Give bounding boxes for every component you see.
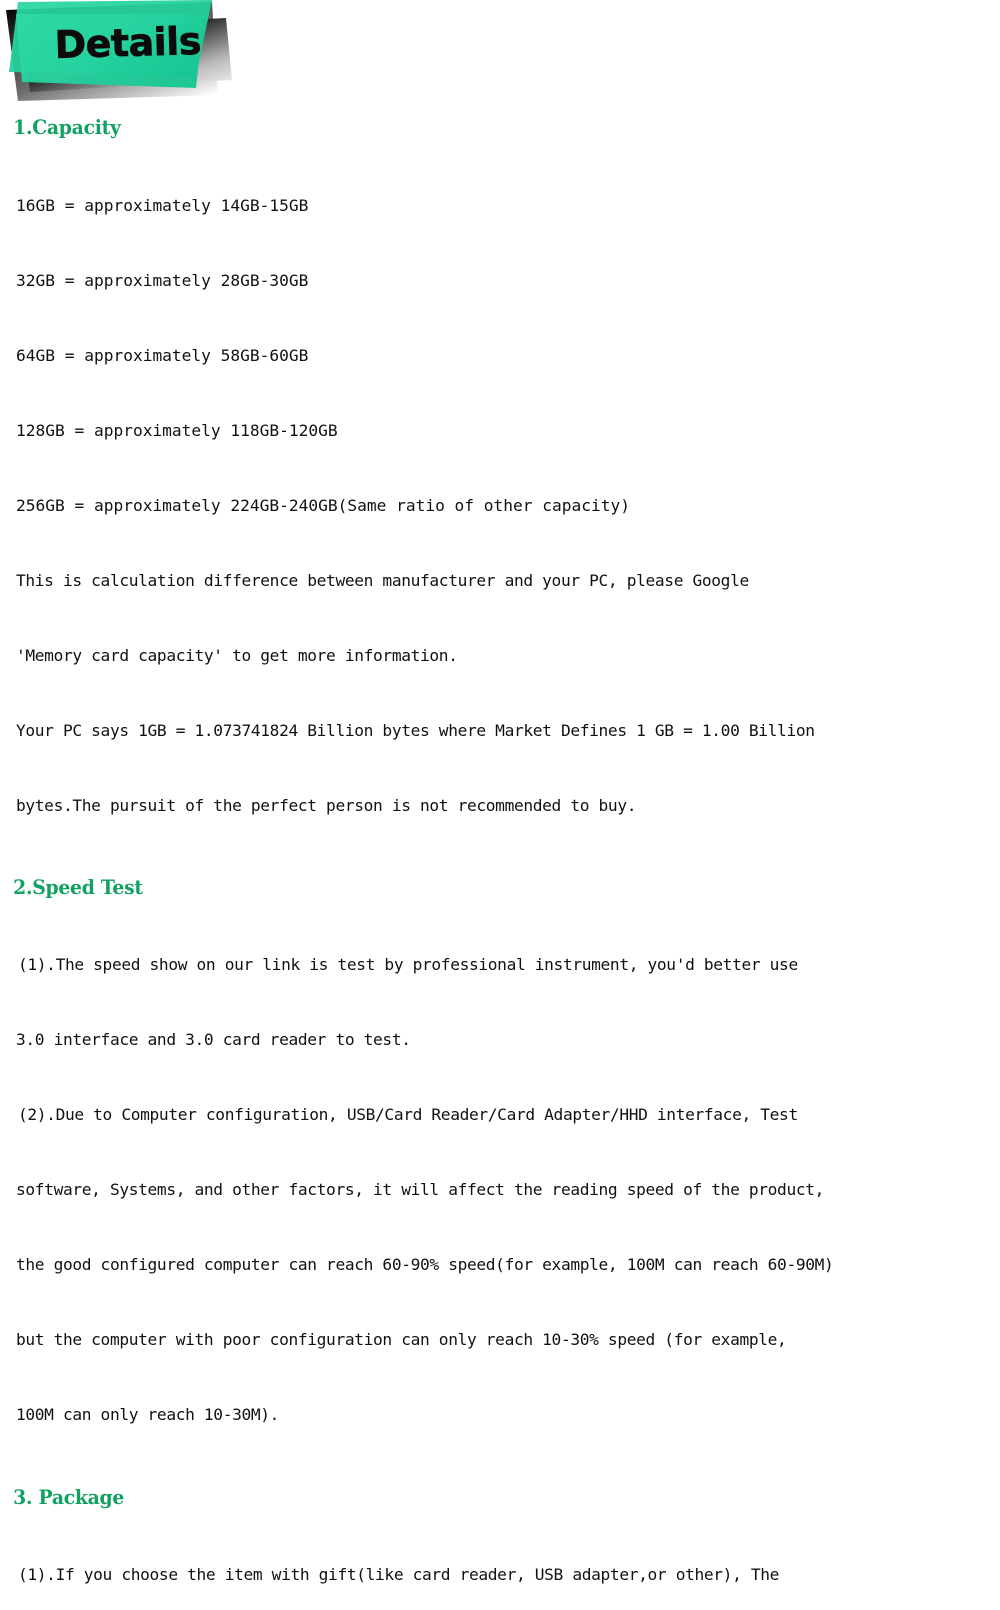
body-line: but the computer with poor configuration… bbox=[16, 1330, 787, 1349]
section-body-speed-test: (1).The speed show on our link is test b… bbox=[0, 902, 1000, 1477]
body-line: 64GB = approximately 58GB-60GB bbox=[16, 346, 309, 365]
body-line: (1).The speed show on our link is test b… bbox=[18, 955, 798, 974]
body-line: 128GB = approximately 118GB-120GB bbox=[16, 421, 338, 440]
body-line: the good configured computer can reach 6… bbox=[16, 1255, 834, 1274]
body-line: software, Systems, and other factors, it… bbox=[16, 1180, 825, 1199]
body-line: bytes.The pursuit of the perfect person … bbox=[16, 796, 637, 815]
body-line: 32GB = approximately 28GB-30GB bbox=[16, 271, 309, 290]
body-line: (2).Due to Computer configuration, USB/C… bbox=[18, 1105, 798, 1124]
body-line: 100M can only reach 10-30M). bbox=[16, 1405, 280, 1424]
body-line: 16GB = approximately 14GB-15GB bbox=[16, 196, 309, 215]
section-capacity: 1.Capacity 16GB = approximately 14GB-15G… bbox=[0, 114, 1000, 868]
section-heading-capacity: 1.Capacity bbox=[13, 115, 121, 139]
section-heading-speed-test: 2.Speed Test bbox=[13, 875, 143, 899]
body-line: 3.0 interface and 3.0 card reader to tes… bbox=[16, 1030, 411, 1049]
body-line: (1).If you choose the item with gift(lik… bbox=[18, 1565, 780, 1584]
section-body-package: (1).If you choose the item with gift(lik… bbox=[0, 1512, 1000, 1610]
section-speed-test: 2.Speed Test (1).The speed show on our l… bbox=[0, 874, 1000, 1477]
body-line: This is calculation difference between m… bbox=[16, 571, 749, 590]
body-line: Your PC says 1GB = 1.073741824 Billion b… bbox=[16, 721, 815, 740]
section-heading-package: 3. Package bbox=[13, 1485, 125, 1509]
details-banner: Details bbox=[0, 0, 260, 110]
body-line: 'Memory card capacity' to get more infor… bbox=[16, 646, 458, 665]
banner-title: Details bbox=[53, 18, 202, 68]
body-line: 256GB = approximately 224GB-240GB(Same r… bbox=[16, 496, 630, 515]
section-body-capacity: 16GB = approximately 14GB-15GB 32GB = ap… bbox=[0, 143, 1000, 868]
section-package: 3. Package (1).If you choose the item wi… bbox=[0, 1484, 1000, 1610]
details-content: 1.Capacity 16GB = approximately 14GB-15G… bbox=[0, 112, 1000, 1610]
